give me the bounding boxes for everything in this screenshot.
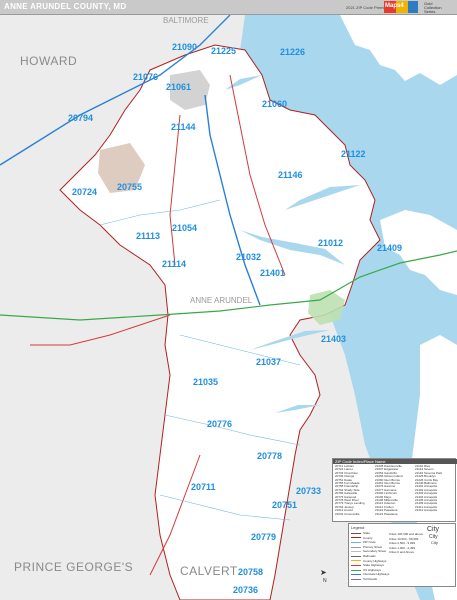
- series-badge: Gold Collection Series: [424, 2, 454, 14]
- zip-label: 21012: [318, 238, 344, 248]
- map-legend: Legend State County ZIP Code Primary Street…: [348, 523, 456, 587]
- legend-swatch: [351, 537, 361, 539]
- legend-title: Legend: [351, 525, 365, 530]
- legend-item: Toll Roads: [351, 577, 377, 581]
- legend-city-class: Cities 0 and Above: [389, 550, 415, 555]
- zip-index-entry: 21123 Pasadena: [375, 511, 398, 516]
- zip-label: 21032: [236, 252, 262, 262]
- legend-item: Secondary Street: [351, 549, 386, 553]
- zip-label: 21054: [172, 223, 198, 233]
- legend-swatch: [351, 555, 361, 557]
- zip-index-column: 21140 Riva 21144 Severn 21146 Severna Park…: [415, 464, 442, 513]
- zip-index-column: 21035 Davidsonville 21037 Edgewater 21054 …: [375, 464, 403, 516]
- legend-item-label: State: [363, 531, 371, 535]
- zip-label: 20751: [272, 500, 298, 510]
- legend-item: Interstate Highways: [351, 572, 389, 576]
- logo-text: Maps4: [385, 3, 404, 9]
- legend-item: US Highways: [351, 568, 381, 572]
- zip-index-column: 20711 Lothian 20724 Laurel 20733 Churchton…: [335, 464, 365, 516]
- county-label-howard: HOWARD: [20, 54, 78, 68]
- county-label-baltimore: BALTIMORE: [163, 16, 209, 25]
- legend-item-label: County: [363, 535, 373, 540]
- zip-label: 20711: [191, 482, 216, 492]
- zip-label: 21146: [278, 170, 303, 180]
- zip-label: 21226: [280, 47, 306, 57]
- legend-swatch: [351, 564, 361, 566]
- zip-label: 20755: [117, 182, 143, 192]
- legend-item: County Highways: [351, 559, 386, 563]
- legend-item: State Highways: [351, 563, 384, 567]
- legend-item: Railroads: [351, 554, 376, 558]
- legend-item-label: Toll Roads: [363, 577, 378, 581]
- legend-item-label: County Highways: [363, 558, 387, 563]
- legend-swatch: [351, 532, 361, 534]
- legend-city-class: Cities 2,500 - 9,999: [389, 541, 416, 546]
- zip-label: 21144: [171, 122, 196, 132]
- north-arrow-icon: ➤: [320, 568, 327, 577]
- legend-swatch: [351, 569, 361, 571]
- legend-item-label: Interstate Highways: [363, 572, 390, 577]
- legend-swatch: [351, 578, 361, 580]
- zip-index-entry: 21412 Annapolis: [415, 508, 438, 513]
- zip-label: 21090: [172, 42, 198, 52]
- legend-city-class: Cities 10,000 - 99,999: [389, 536, 419, 541]
- zip-index-table: ZIP Code Index/Place Name 20711 Lothian 2…: [332, 458, 457, 522]
- zip-label: 20776: [207, 419, 233, 429]
- zip-index-entry: 21032 Crownsville: [335, 511, 360, 516]
- legend-swatch: [351, 546, 361, 548]
- zip-label: 21225: [211, 46, 237, 56]
- legend-swatch: [351, 551, 361, 553]
- legend-item-label: Railroads: [363, 554, 376, 558]
- legend-swatch: [351, 541, 361, 543]
- series-line: Series: [424, 9, 436, 14]
- zip-label: 20733: [296, 486, 322, 496]
- legend-item-label: State Highways: [363, 563, 384, 568]
- zip-label: 20778: [257, 451, 283, 461]
- zip-label: 21061: [166, 82, 192, 92]
- legend-city-class: Cities 1,000 - 2,499: [389, 545, 416, 550]
- legend-swatch: [351, 560, 361, 562]
- zip-label: 21060: [262, 99, 288, 109]
- legend-item: Primary Street: [351, 545, 382, 549]
- map-title: ANNE ARUNDEL COUNTY, MD: [4, 2, 127, 11]
- north-label: N: [323, 578, 327, 584]
- zip-label: 20779: [251, 532, 277, 542]
- zip-label: 20758: [238, 567, 264, 577]
- legend-city-sample: City: [431, 540, 438, 545]
- legend-item-label: Primary Street: [363, 544, 383, 549]
- zip-label: 21122: [341, 149, 366, 159]
- county-label-prince-georges: PRINCE GEORGE'S: [14, 560, 134, 574]
- legend-item: County: [351, 536, 373, 540]
- zip-label: 21037: [256, 357, 282, 367]
- zip-label: 20736: [233, 585, 259, 595]
- zip-label: 20794: [68, 113, 94, 123]
- legend-item-label: Secondary Street: [363, 549, 387, 554]
- map-header: ANNE ARUNDEL COUNTY, MD 2021 ZIP Code Pr…: [0, 0, 457, 15]
- zip-label: 20724: [72, 187, 98, 197]
- zip-label: 21114: [162, 259, 187, 269]
- zip-label: 21035: [193, 377, 219, 387]
- publisher-logo: Maps4: [384, 1, 418, 13]
- legend-item-label: ZIP Code: [363, 540, 376, 545]
- legend-city-sample: City: [427, 526, 440, 533]
- legend-item-label: US Highways: [363, 567, 382, 572]
- zip-label: 21076: [133, 72, 159, 82]
- zip-label: 21403: [321, 334, 347, 344]
- zip-label: 21113: [136, 231, 161, 241]
- county-label-calvert: CALVERT: [180, 564, 238, 578]
- legend-item: ZIP Code: [351, 540, 376, 544]
- legend-swatch: [351, 574, 361, 576]
- legend-item: State: [351, 531, 370, 535]
- zip-label: 21401: [260, 268, 286, 278]
- legend-city-class: Cities 100,000 and above: [389, 532, 424, 536]
- zip-label: 21409: [377, 243, 403, 253]
- county-label-anne-arundel: ANNE ARUNDEL: [190, 296, 253, 305]
